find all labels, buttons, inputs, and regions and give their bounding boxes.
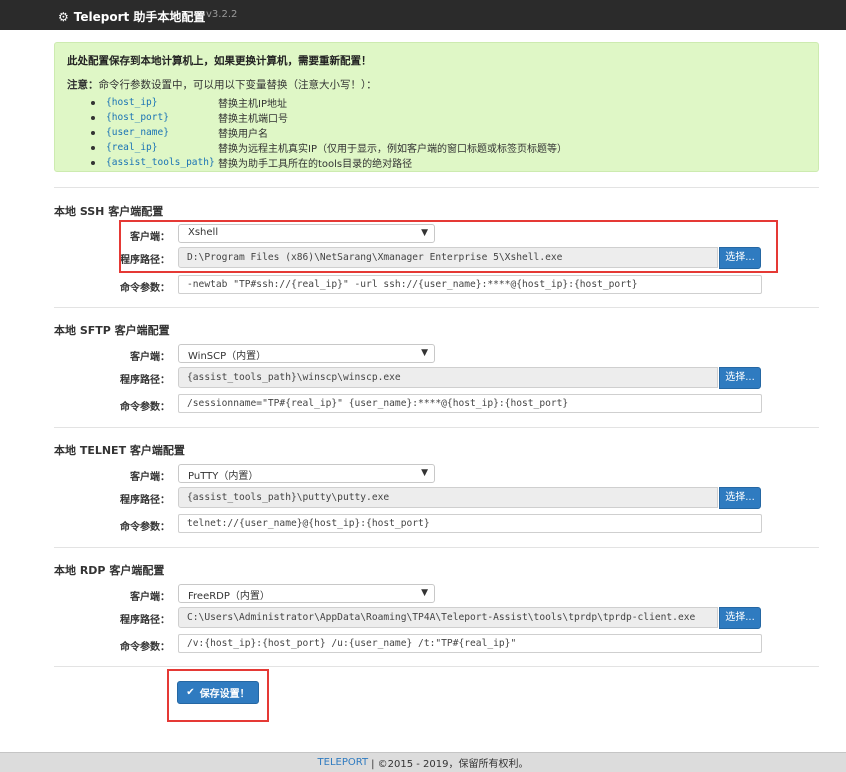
top-navbar: ⚙ Teleport 助手本地配置 v3.2.2	[0, 0, 846, 30]
highlight-box	[167, 669, 269, 722]
ssh-section-title: 本地 SSH 客户端配置	[54, 205, 164, 218]
chevron-down-icon: ▼	[421, 468, 428, 478]
telnet-client-value: PuTTY（内置）	[188, 471, 259, 482]
sftp-client-label: 客户端：	[130, 352, 170, 363]
divider	[54, 187, 819, 188]
chevron-down-icon: ▼	[421, 588, 428, 598]
variable-desc: 替换为助手工具所在的tools目录的绝对路径	[218, 159, 413, 170]
telnet-path-field[interactable]: {assist_tools_path}\putty\putty.exe	[178, 487, 718, 508]
telnet-path-label: 程序路径：	[120, 495, 170, 506]
rdp-client-value: FreeRDP（内置）	[188, 591, 270, 602]
rdp-args-input[interactable]: /v:{host_ip}:{host_port} /u:{user_name} …	[178, 634, 762, 653]
telnet-section-title: 本地 TELNET 客户端配置	[54, 444, 185, 457]
rdp-args-label: 命令参数：	[120, 642, 170, 653]
divider	[54, 547, 819, 548]
sftp-args-label: 命令参数：	[120, 402, 170, 413]
variable-name: {user_name}	[106, 127, 169, 138]
telnet-client-select[interactable]: PuTTY（内置） ▼	[178, 464, 435, 483]
notice-intro-text: 命令行参数设置中，可以用以下变量替换（注意大小写！）：	[98, 79, 377, 91]
rdp-path-field[interactable]: C:\Users\Administrator\AppData\Roaming\T…	[178, 607, 718, 628]
chevron-down-icon: ▼	[421, 348, 428, 358]
notice-headline: 此处配置保存到本地计算机上，如果更换计算机，需要重新配置！	[67, 55, 372, 67]
telnet-pick-button[interactable]: 选择...	[719, 487, 761, 509]
telnet-client-label: 客户端：	[130, 472, 170, 483]
list-item: {assist_tools_path} 替换为助手工具所在的tools目录的绝对路…	[91, 155, 806, 170]
app-version: v3.2.2	[206, 9, 238, 20]
ssh-args-label: 命令参数：	[120, 283, 170, 294]
sftp-client-select[interactable]: WinSCP（内置） ▼	[178, 344, 435, 363]
notice-panel: 此处配置保存到本地计算机上，如果更换计算机，需要重新配置！ 注意：命令行参数设置…	[54, 42, 819, 172]
variable-name: {host_ip}	[106, 97, 158, 108]
highlight-box	[119, 220, 778, 273]
list-item: {host_ip} 替换主机IP地址	[91, 95, 806, 110]
bullet-icon	[91, 160, 95, 165]
rdp-section-title: 本地 RDP 客户端配置	[54, 564, 165, 577]
sftp-client-value: WinSCP（内置）	[188, 351, 267, 362]
rdp-client-label: 客户端：	[130, 592, 170, 603]
divider	[54, 307, 819, 308]
list-item: {real_ip} 替换为远程主机真实IP（仅用于显示，例如客户端的窗口标题或标签…	[91, 140, 806, 155]
variable-desc: 替换主机端口号	[218, 114, 288, 125]
bullet-icon	[91, 100, 95, 105]
notice-intro: 注意：命令行参数设置中，可以用以下变量替换（注意大小写！）：	[67, 77, 806, 92]
bullet-icon	[91, 130, 95, 135]
telnet-args-label: 命令参数：	[120, 522, 170, 533]
sftp-path-field[interactable]: {assist_tools_path}\winscp\winscp.exe	[178, 367, 718, 388]
page-footer: TELEPORT | ©2015 - 2019，保留所有权利。	[0, 752, 846, 772]
sftp-pick-button[interactable]: 选择...	[719, 367, 761, 389]
variable-desc: 替换主机IP地址	[218, 99, 287, 110]
variable-name: {real_ip}	[106, 142, 158, 153]
list-item: {user_name} 替换用户名	[91, 125, 806, 140]
ssh-args-input[interactable]: -newtab "TP#ssh://{real_ip}" -url ssh://…	[178, 275, 762, 294]
bullet-icon	[91, 145, 95, 150]
sftp-section-title: 本地 SFTP 客户端配置	[54, 324, 170, 337]
sftp-path-label: 程序路径：	[120, 375, 170, 386]
notice-intro-bold: 注意：	[67, 79, 99, 91]
divider	[54, 666, 819, 667]
telnet-args-input[interactable]: telnet://{user_name}@{host_ip}:{host_por…	[178, 514, 762, 533]
variable-name: {assist_tools_path}	[106, 157, 215, 168]
divider	[54, 427, 819, 428]
variable-desc: 替换用户名	[218, 129, 268, 140]
variable-desc: 替换为远程主机真实IP（仅用于显示，例如客户端的窗口标题或标签页标题等）	[218, 144, 567, 155]
app-brand[interactable]: ⚙ Teleport 助手本地配置	[58, 8, 205, 25]
gear-icon: ⚙	[58, 9, 69, 24]
variable-name: {host_port}	[106, 112, 169, 123]
footer-copyright: | ©2015 - 2019，保留所有权利。	[371, 759, 529, 770]
rdp-path-label: 程序路径：	[120, 615, 170, 626]
list-item: {host_port} 替换主机端口号	[91, 110, 806, 125]
rdp-pick-button[interactable]: 选择...	[719, 607, 761, 629]
footer-brand-link[interactable]: TELEPORT	[318, 757, 369, 768]
rdp-client-select[interactable]: FreeRDP（内置） ▼	[178, 584, 435, 603]
sftp-args-input[interactable]: /sessionname="TP#{real_ip}" {user_name}:…	[178, 394, 762, 413]
variable-list: {host_ip} 替换主机IP地址 {host_port} 替换主机端口号 {us…	[67, 95, 806, 170]
app-title: Teleport 助手本地配置	[73, 10, 206, 24]
bullet-icon	[91, 115, 95, 120]
